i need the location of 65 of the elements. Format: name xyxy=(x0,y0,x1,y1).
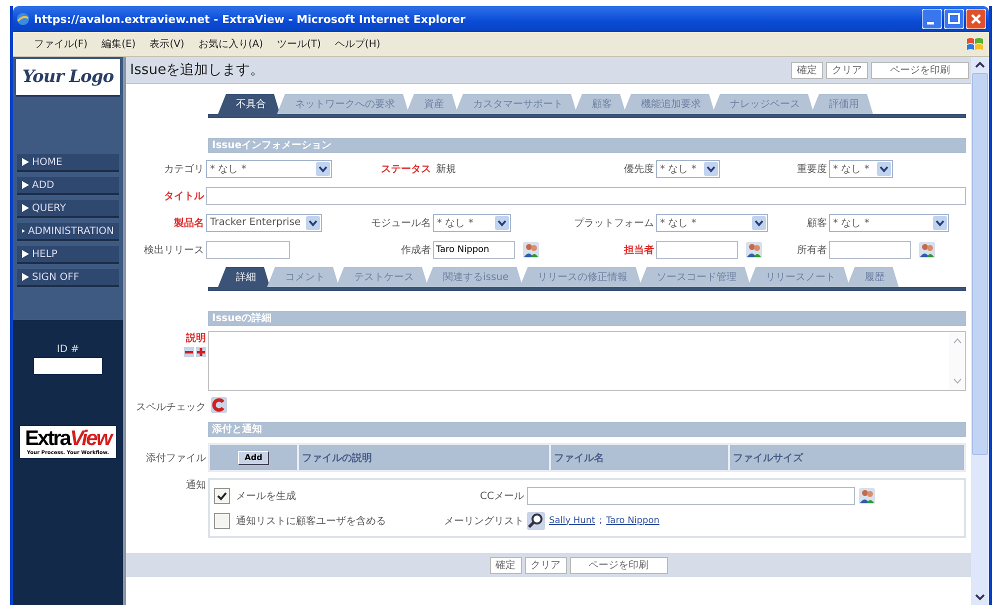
page-button[interactable]: クリア xyxy=(524,556,566,574)
section-heading: Issueの詳細 xyxy=(208,311,966,326)
field-label: 所有者 xyxy=(796,244,828,256)
select-field[interactable]: * なし * xyxy=(433,214,511,232)
id-label: ID # xyxy=(56,344,80,355)
page-title: Issueを追加します。 xyxy=(130,61,264,79)
field-label: 担当者 xyxy=(622,244,655,256)
logo: Your Logo xyxy=(16,59,120,97)
add-button[interactable]: Add xyxy=(238,450,270,464)
field-label: 説明 xyxy=(186,332,206,345)
section-heading: 添付と通知 xyxy=(208,422,966,437)
section-heading: Issueインフォメーション xyxy=(208,138,966,153)
column-header: ファイル名 xyxy=(551,445,728,470)
separator: ; xyxy=(599,516,602,526)
field-label: 検出リリース xyxy=(143,244,205,256)
select-field[interactable]: * なし * xyxy=(829,160,893,178)
menu-item[interactable]: お気に入り(A) xyxy=(191,37,270,51)
field-label: 顧客 xyxy=(806,216,828,230)
menu-item[interactable]: 編集(E) xyxy=(94,37,143,51)
page-button[interactable]: クリア xyxy=(826,62,868,78)
page-button[interactable]: ページを印刷 xyxy=(570,556,668,574)
select-field[interactable]: * なし * xyxy=(206,160,332,178)
field-label: 通知 xyxy=(185,478,207,492)
tab[interactable]: 詳細 xyxy=(218,267,270,287)
menu-item[interactable]: ヘルプ(H) xyxy=(328,37,388,51)
mailing-link[interactable]: Sally Hunt xyxy=(549,516,596,526)
page-button[interactable]: 確定 xyxy=(791,62,823,78)
nav-item[interactable]: ADMINISTRATION xyxy=(17,223,119,241)
nav-item[interactable]: HELP xyxy=(17,246,119,264)
select-field[interactable]: * なし * xyxy=(656,214,768,232)
field-label: 作成者 xyxy=(400,244,432,256)
window-title: https://avalon.extraview.net - ExtraView - Microsoft Internet Explorer xyxy=(34,12,466,26)
nav-item[interactable]: QUERY xyxy=(17,200,119,218)
field-label: モジュール名 xyxy=(370,216,432,230)
field-label: タイトル xyxy=(163,190,206,202)
menu-item[interactable]: ファイル(F) xyxy=(27,37,95,51)
field-label: カテゴリ xyxy=(163,162,205,176)
menu-item[interactable]: 表示(V) xyxy=(142,37,192,51)
page-button[interactable]: 確定 xyxy=(490,556,522,574)
checkbox-label: メールを生成 xyxy=(236,490,297,502)
field-label: メーリングリスト xyxy=(443,514,525,528)
nav-item[interactable]: SIGN OFF xyxy=(17,269,119,287)
mailing-link[interactable]: Taro Nippon xyxy=(606,516,660,526)
select-field[interactable]: * なし * xyxy=(829,214,949,232)
page-button[interactable]: ページを印刷 xyxy=(871,62,969,78)
column-header: ファイルサイズ xyxy=(730,445,964,470)
status-value: 新規 xyxy=(435,162,456,176)
field-label: 製品名 xyxy=(173,216,205,230)
select-field[interactable]: * なし * xyxy=(656,160,720,178)
tab[interactable]: 不具合 xyxy=(218,94,280,114)
select-field[interactable]: Tracker Enterprise xyxy=(206,214,322,232)
checkbox-label: 通知リストに顧客ユーザを含める xyxy=(236,514,387,528)
field-label: ステータス xyxy=(380,162,432,176)
menu-item[interactable]: ツール(T) xyxy=(270,37,328,51)
text-field[interactable]: Taro Nippon xyxy=(433,240,515,258)
field-label: 優先度 xyxy=(623,162,655,176)
nav-item[interactable]: ADD xyxy=(17,177,119,195)
field-label: スペルチェック xyxy=(135,400,207,414)
field-label: 重要度 xyxy=(796,162,828,176)
field-label: 添付ファイル xyxy=(145,452,207,464)
column-header: ファイルの説明 xyxy=(299,445,549,470)
field-label: CCメール xyxy=(479,490,525,502)
field-label: プラットフォーム xyxy=(573,216,655,230)
brand-name: ExtraView xyxy=(24,428,112,450)
nav-item[interactable]: HOME xyxy=(17,154,119,172)
